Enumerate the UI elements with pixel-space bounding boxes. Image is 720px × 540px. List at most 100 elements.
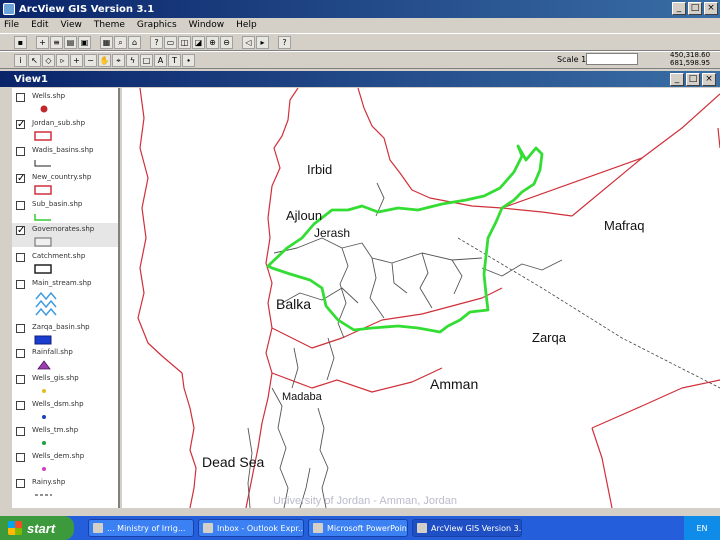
label-tool-icon[interactable]: A	[154, 53, 167, 67]
locate-address-icon[interactable]: ⌂	[128, 35, 141, 49]
layer-checkbox[interactable]	[16, 375, 25, 384]
maximize-button[interactable]: □	[688, 2, 702, 15]
layer-checkbox[interactable]	[16, 349, 25, 358]
layer-checkbox[interactable]	[16, 453, 25, 462]
layer-checkbox[interactable]: ✓	[16, 226, 25, 236]
dashed-line-symbol	[35, 494, 52, 496]
layer-main-stream[interactable]: Main_stream.shp	[12, 277, 118, 321]
view-minimize-button[interactable]: _	[670, 73, 684, 86]
zoom-out-icon[interactable]: ⊖	[220, 35, 233, 49]
layer-rainy[interactable]: Rainy.shp	[12, 476, 118, 500]
layer-wells-dsm[interactable]: Wells_dsm.shp	[12, 398, 118, 422]
layer-rainfall[interactable]: Rainfall.shp	[12, 346, 118, 370]
menu-edit[interactable]: Edit	[31, 20, 48, 30]
layer-checkbox[interactable]: ✓	[16, 174, 25, 184]
layer-wells-gis[interactable]: Wells_gis.shp	[12, 372, 118, 396]
taskbar: start ... Ministry of Irrig... Inbox - O…	[0, 516, 720, 540]
zoom-full-extent-icon[interactable]: ▭	[164, 35, 177, 49]
view-maximize-button[interactable]: □	[686, 73, 700, 86]
governorate-boundaries	[137, 88, 720, 508]
catchment-subdivisions	[247, 182, 563, 508]
layer-name: Catchment.shp	[32, 252, 86, 260]
zoom-in-tool-icon[interactable]: +	[70, 53, 83, 67]
layer-name: Wells.shp	[32, 92, 66, 100]
powerpoint-icon	[313, 523, 323, 533]
map-display[interactable]: Irbid Ajloun Jerash Mafraq Balka Zarqa A…	[122, 88, 720, 508]
layer-wells[interactable]: Wells.shp	[12, 90, 118, 114]
vertex-edit-tool-icon[interactable]: ◇	[42, 53, 55, 67]
layer-jordan-sub[interactable]: ✓ Jordan_sub.shp	[12, 117, 118, 141]
layer-new-country[interactable]: ✓ New_country.shp	[12, 171, 118, 195]
area-of-interest-tool-icon[interactable]: □	[140, 53, 153, 67]
zoom-active-themes-icon[interactable]: ◫	[178, 35, 191, 49]
place-label-mafraq: Mafraq	[604, 218, 645, 233]
taskbar-item-label: ... Ministry of Irrig...	[107, 523, 186, 533]
find-icon[interactable]: ⌕	[114, 35, 127, 49]
layer-checkbox[interactable]	[16, 147, 25, 156]
select-feature-tool-icon[interactable]: ▹	[56, 53, 69, 67]
zoom-in-icon[interactable]: ⊕	[206, 35, 219, 49]
taskbar-item-powerpoint[interactable]: Microsoft PowerPoint...	[308, 519, 408, 537]
query-builder-icon[interactable]: ?	[150, 35, 163, 49]
close-button[interactable]: ×	[704, 2, 718, 15]
hotlink-tool-icon[interactable]: ϟ	[126, 53, 139, 67]
pointer-tool-icon[interactable]: ↖	[28, 53, 41, 67]
layer-checkbox[interactable]	[16, 324, 25, 333]
layer-catchment[interactable]: Catchment.shp	[12, 250, 118, 274]
help-icon[interactable]: ?	[278, 35, 291, 49]
layer-wells-dem[interactable]: Wells_dem.shp	[12, 450, 118, 474]
language-indicator[interactable]: EN	[696, 524, 707, 533]
scale-input[interactable]	[586, 53, 638, 65]
place-label-jerash: Jerash	[314, 226, 351, 240]
zoom-selected-icon[interactable]: ◪	[192, 35, 205, 49]
layer-checkbox[interactable]	[16, 427, 25, 436]
layer-checkbox[interactable]: ✓	[16, 120, 25, 130]
taskbar-item-arcview[interactable]: ArcView GIS Version 3.1	[412, 519, 522, 537]
window-title: ArcView GIS Version 3.1	[19, 3, 155, 15]
menu-file[interactable]: File	[4, 20, 19, 30]
layer-checkbox[interactable]	[16, 479, 25, 488]
layer-checkbox[interactable]	[16, 93, 25, 102]
view-window-controls: _ □ ×	[670, 73, 716, 86]
start-button[interactable]: start	[0, 516, 74, 540]
pan-tool-icon[interactable]: ✋	[98, 53, 111, 67]
red-rect-symbol	[34, 131, 52, 141]
green-line-symbol	[34, 214, 51, 221]
table-icon[interactable]: ▦	[100, 35, 113, 49]
save-project-icon[interactable]: ▪	[14, 35, 27, 49]
layer-name: Sub_basin.shp	[32, 200, 83, 208]
taskbar-item-ministry[interactable]: ... Ministry of Irrig...	[88, 519, 194, 537]
menu-view[interactable]: View	[61, 20, 82, 30]
layer-checkbox[interactable]	[16, 253, 25, 262]
taskbar-item-outlook[interactable]: Inbox - Outlook Expr...	[198, 519, 304, 537]
view-close-button[interactable]: ×	[702, 73, 716, 86]
arcview-app-icon	[3, 3, 15, 15]
layer-name: Wells_tm.shp	[32, 426, 79, 434]
taskbar-item-label: ArcView GIS Version 3.1	[431, 523, 522, 533]
select-features-icon[interactable]: ▸	[256, 35, 269, 49]
add-theme-icon[interactable]: +	[36, 35, 49, 49]
layer-checkbox[interactable]	[16, 280, 25, 289]
identify-tool-icon[interactable]: i	[14, 53, 27, 67]
zoom-out-tool-icon[interactable]: −	[84, 53, 97, 67]
menu-window[interactable]: Window	[189, 20, 225, 30]
layer-governorates[interactable]: ✓ Governorates.shp	[12, 223, 118, 247]
edit-legend-icon[interactable]: ▤	[64, 35, 77, 49]
layer-wells-tm[interactable]: Wells_tm.shp	[12, 424, 118, 448]
layer-checkbox[interactable]	[16, 201, 25, 210]
browser-icon	[93, 523, 103, 533]
text-tool-icon[interactable]: T	[168, 53, 181, 67]
menu-help[interactable]: Help	[236, 20, 257, 30]
layer-sub-basin[interactable]: Sub_basin.shp	[12, 198, 118, 222]
measure-tool-icon[interactable]: ⌖	[112, 53, 125, 67]
layer-checkbox[interactable]	[16, 401, 25, 410]
minimize-button[interactable]: _	[672, 2, 686, 15]
print-icon[interactable]: ▣	[78, 35, 91, 49]
menu-graphics[interactable]: Graphics	[137, 20, 177, 30]
layer-zarqa-basin[interactable]: Zarqa_basin.shp	[12, 321, 118, 345]
menu-theme[interactable]: Theme	[94, 20, 125, 30]
theme-properties-icon[interactable]: ≡	[50, 35, 63, 49]
draw-tool-icon[interactable]: ∙	[182, 53, 195, 67]
zoom-previous-icon[interactable]: ◁	[242, 35, 255, 49]
layer-wadis-basins[interactable]: Wadis_basins.shp	[12, 144, 118, 168]
